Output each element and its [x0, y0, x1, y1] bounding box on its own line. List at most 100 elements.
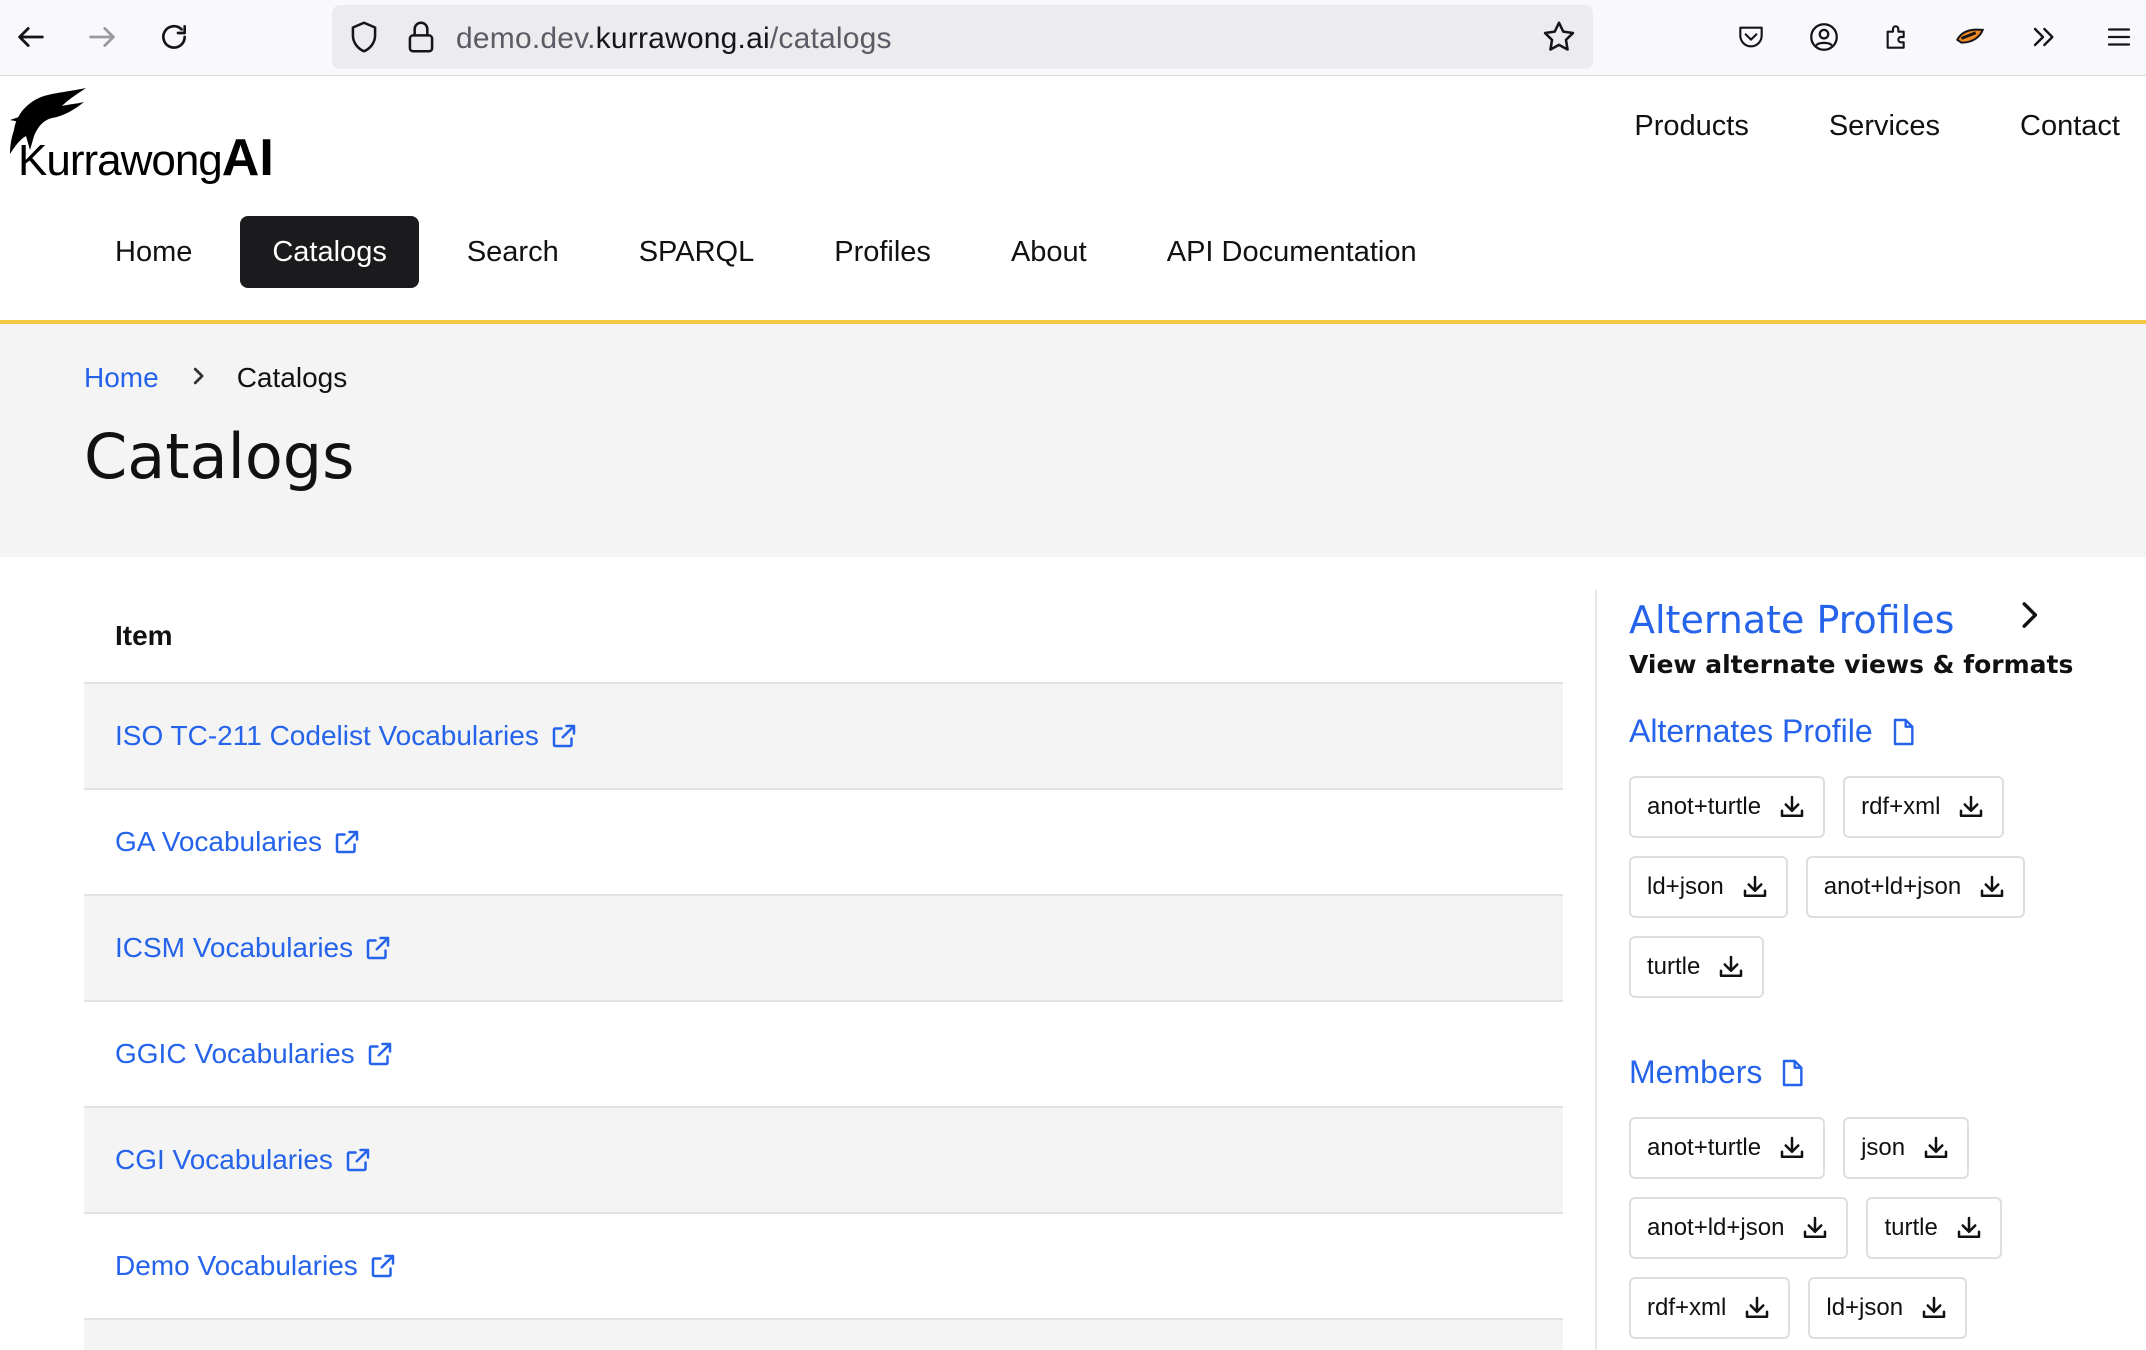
row-label: CGI Vocabularies	[115, 1144, 333, 1175]
row-label: ISO TC-211 Codelist Vocabularies	[115, 720, 539, 751]
reload-button[interactable]	[149, 12, 199, 62]
format-label: anot+turtle	[1647, 793, 1762, 820]
logo-text-regular: Kurrawong	[18, 136, 223, 185]
format-label: anot+turtle	[1647, 1134, 1762, 1161]
row-link-icsm[interactable]: ICSM Vocabularies	[115, 932, 393, 964]
table-row: CGI Vocabularies	[84, 1108, 1563, 1214]
row-link-iso-tc211[interactable]: ISO TC-211 Codelist Vocabularies	[115, 720, 579, 752]
alternate-profiles-panel: Alternate Profiles View alternate views …	[1629, 598, 2129, 1339]
format-button[interactable]: ld+json	[1808, 1277, 1968, 1339]
format-button[interactable]: ld+json	[1629, 856, 1788, 918]
top-link-services[interactable]: Services	[1829, 110, 1940, 143]
format-button[interactable]: rdf+xml	[1629, 1277, 1791, 1339]
nav-about[interactable]: About	[979, 216, 1119, 288]
overflow-button[interactable]	[2020, 14, 2066, 60]
format-label: json	[1861, 1134, 1906, 1161]
row-link-ga[interactable]: GA Vocabularies	[115, 826, 362, 858]
format-button[interactable]: turtle	[1629, 936, 1765, 998]
download-icon	[1924, 1136, 1948, 1158]
table-header: Item	[84, 590, 1563, 684]
format-button[interactable]: json	[1843, 1117, 1970, 1179]
url-path: /catalogs	[769, 22, 892, 55]
puzzle-icon	[1886, 25, 1905, 49]
top-link-products[interactable]: Products	[1634, 110, 1748, 143]
format-button[interactable]: anot+ld+json	[1629, 1197, 1849, 1259]
lock-icon[interactable]	[402, 18, 440, 56]
nav-sparql[interactable]: SPARQL	[607, 216, 787, 288]
download-icon	[1780, 795, 1804, 817]
table-row: ICSM Vocabularies	[84, 896, 1563, 1002]
document-icon	[1893, 718, 1914, 745]
pocket-button[interactable]	[1728, 14, 1774, 60]
download-icon	[1922, 1296, 1946, 1318]
format-label: turtle	[1884, 1214, 1938, 1241]
badger-icon	[1955, 28, 1985, 44]
format-button[interactable]: turtle	[1866, 1197, 2002, 1259]
row-link-ggic[interactable]: GGIC Vocabularies	[115, 1038, 395, 1070]
format-button[interactable]: anot+ld+json	[1805, 856, 2026, 918]
breadcrumb-home[interactable]: Home	[84, 362, 159, 394]
forward-button[interactable]	[77, 12, 127, 62]
external-link-icon	[335, 830, 359, 854]
url-domain: kurrawong.ai	[595, 22, 770, 55]
external-link-icon	[368, 1042, 391, 1066]
format-button[interactable]: rdf+xml	[1843, 776, 2005, 838]
row-link-demo[interactable]: Demo Vocabularies	[115, 1250, 398, 1282]
format-label: ld+json	[1647, 873, 1724, 900]
format-label: rdf+xml	[1647, 1294, 1727, 1321]
download-icon	[1780, 1136, 1804, 1158]
nav-catalogs[interactable]: Catalogs	[240, 216, 419, 288]
top-link-contact[interactable]: Contact	[2020, 110, 2120, 143]
table-row: GGIC Vocabularies	[84, 1002, 1563, 1108]
download-icon	[1720, 955, 1743, 977]
breadcrumb-current: Catalogs	[236, 362, 348, 393]
table-row: GA Vocabularies	[84, 790, 1563, 896]
download-icon	[1746, 1296, 1769, 1318]
reload-icon	[162, 24, 186, 49]
site-logo[interactable]: KurrawongAI	[4, 86, 274, 187]
address-bar[interactable]: demo.dev.kurrawong.ai/catalogs	[332, 5, 1593, 69]
account-button[interactable]	[1801, 14, 1847, 60]
external-link-icon	[366, 936, 390, 960]
table-row: ISO TC-211 Codelist Vocabularies	[84, 684, 1563, 790]
back-arrow-icon	[18, 27, 44, 47]
download-icon	[1743, 875, 1766, 897]
download-icon	[1957, 1216, 1981, 1238]
format-button[interactable]: anot+turtle	[1629, 776, 1826, 838]
table-row	[84, 1320, 1563, 1350]
members-format-list: anot+turtle json anot+ld+json turtle rdf…	[1629, 1117, 2049, 1339]
members-link[interactable]: Members	[1629, 1054, 2129, 1091]
top-links: Products Services Contact	[1634, 110, 2120, 143]
browser-toolbar: demo.dev.kurrawong.ai/catalogs	[0, 0, 2146, 76]
page-title: Catalogs	[84, 420, 355, 493]
row-label: ICSM Vocabularies	[115, 932, 354, 963]
external-link-icon	[552, 724, 576, 748]
nav-search[interactable]: Search	[435, 216, 591, 288]
back-button[interactable]	[6, 12, 56, 62]
shield-icon[interactable]	[345, 18, 383, 56]
breadcrumb: Home Catalogs	[84, 362, 347, 394]
star-icon[interactable]	[1540, 18, 1578, 56]
section-title: Alternates Profile	[1629, 713, 1873, 749]
format-label: rdf+xml	[1861, 793, 1941, 820]
section-title: Members	[1629, 1054, 1763, 1090]
extensions-button[interactable]	[1874, 14, 1920, 60]
extension-badger-button[interactable]	[1947, 14, 1993, 60]
format-label: anot+ld+json	[1823, 873, 1962, 900]
download-icon	[1960, 795, 1983, 817]
row-link-cgi[interactable]: CGI Vocabularies	[115, 1144, 373, 1176]
alternates-profile-link[interactable]: Alternates Profile	[1629, 713, 2129, 750]
nav-home[interactable]: Home	[90, 216, 224, 288]
members-section: Members anot+turtle json anot+ld+json tu…	[1629, 1054, 2129, 1339]
menu-button[interactable]	[2096, 14, 2142, 60]
panel-divider	[1595, 590, 1597, 1350]
account-icon	[1810, 23, 1838, 51]
external-link-icon	[371, 1254, 395, 1278]
nav-profiles[interactable]: Profiles	[802, 216, 963, 288]
panel-title: Alternate Profiles	[1629, 598, 1955, 642]
format-button[interactable]: anot+turtle	[1629, 1117, 1826, 1179]
chevron-right-icon	[189, 363, 207, 394]
format-label: ld+json	[1826, 1294, 1904, 1321]
url-prefix: demo.dev.	[456, 22, 596, 55]
nav-api-documentation[interactable]: API Documentation	[1135, 216, 1449, 288]
